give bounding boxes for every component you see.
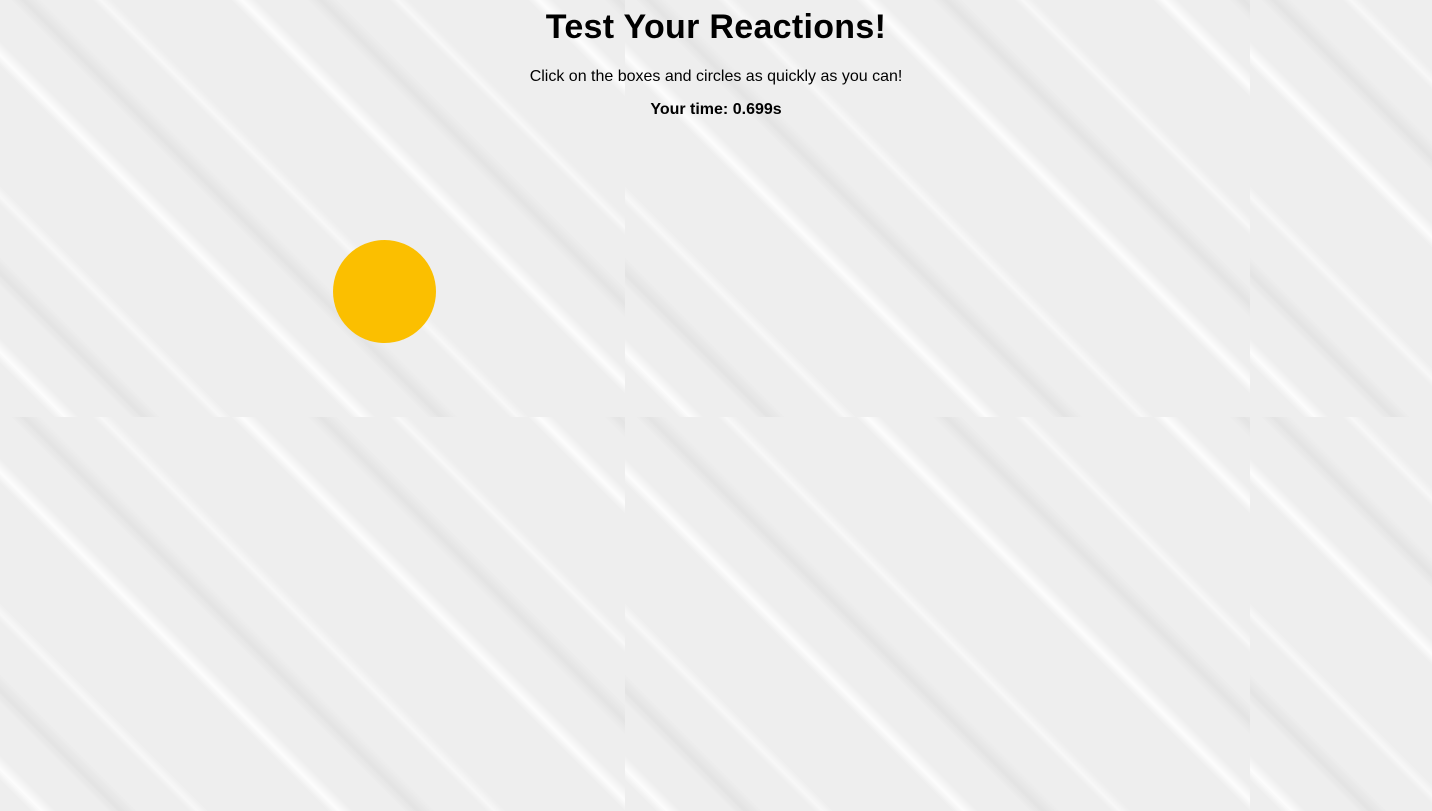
- target-circle[interactable]: [333, 240, 436, 343]
- page-title: Test Your Reactions!: [545, 8, 887, 46]
- reaction-time-label: Your time:: [650, 101, 729, 118]
- reaction-time-value: 0.699s: [732, 101, 782, 118]
- instructions-text: Click on the boxes and circles as quickl…: [529, 68, 903, 85]
- game-header: Test Your Reactions! Click on the boxes …: [0, 0, 1432, 119]
- reaction-time-readout: Your time: 0.699s: [0, 101, 1432, 119]
